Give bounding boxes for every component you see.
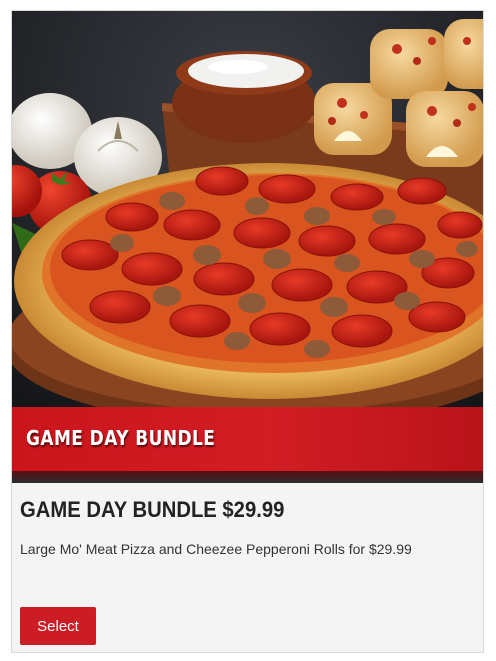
banner-shadow bbox=[12, 471, 483, 483]
product-card: GAME DAY BUNDLE GAME DAY BUNDLE $29.99 L… bbox=[11, 10, 484, 653]
banner-title: GAME DAY BUNDLE bbox=[26, 426, 216, 450]
product-title: GAME DAY BUNDLE $29.99 bbox=[20, 497, 285, 522]
select-button[interactable]: Select bbox=[20, 607, 96, 645]
product-description: Large Mo' Meat Pizza and Cheezee Peppero… bbox=[20, 541, 412, 557]
product-image: GAME DAY BUNDLE bbox=[12, 11, 483, 483]
